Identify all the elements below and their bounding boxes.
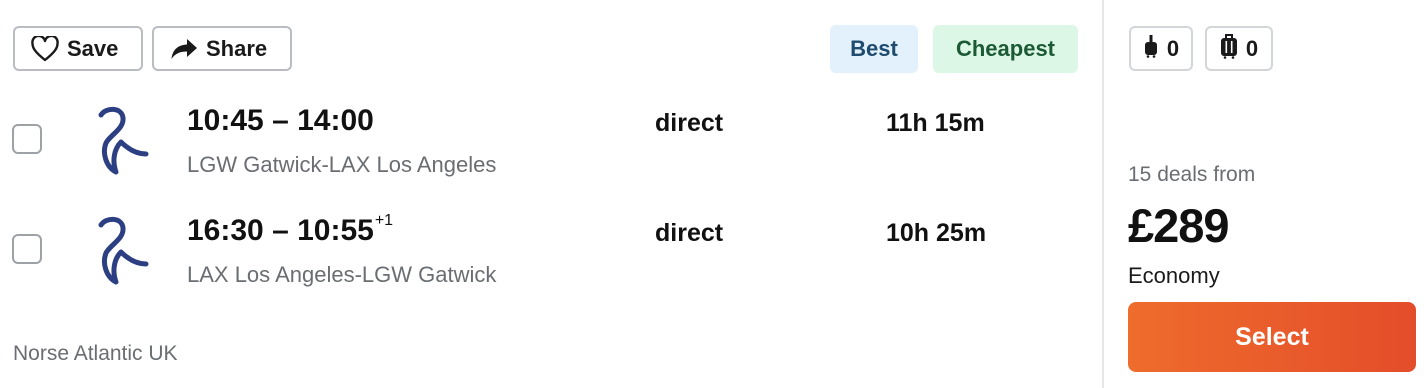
- select-button[interactable]: Select: [1128, 302, 1416, 372]
- carry-on-bag-icon: [1143, 34, 1159, 64]
- airline-name: Norse Atlantic UK: [13, 342, 178, 365]
- norse-atlantic-logo-icon: [88, 215, 152, 285]
- norse-atlantic-logo-icon: [88, 105, 152, 175]
- leg-2-day-offset: +1: [374, 212, 394, 229]
- leg-1-checkbox[interactable]: [12, 124, 42, 154]
- leg-2-stops: direct: [655, 219, 724, 247]
- best-badge: Best: [830, 25, 918, 73]
- leg-1-time-range: 10:45 – 14:00: [187, 104, 374, 137]
- save-label: Save: [67, 35, 119, 61]
- leg-1-duration: 11h 15m: [886, 109, 985, 137]
- price: £289: [1128, 199, 1230, 252]
- checked-bag-filter[interactable]: 0: [1205, 26, 1273, 71]
- leg-2-times: 16:30 – 10:55+1: [187, 212, 394, 248]
- leg-1-stops: direct: [655, 109, 724, 137]
- leg-2-duration: 10h 25m: [886, 219, 987, 247]
- share-label: Share: [206, 35, 268, 61]
- leg-1-route: LGW Gatwick-LAX Los Angeles: [187, 152, 497, 177]
- carry-on-bag-filter[interactable]: 0: [1129, 26, 1193, 71]
- cabin-class: Economy: [1128, 263, 1220, 288]
- leg-2-time-range: 16:30 – 10:55: [187, 214, 374, 247]
- save-button[interactable]: Save: [13, 26, 143, 71]
- leg-2-route: LAX Los Angeles-LGW Gatwick: [187, 262, 497, 287]
- heart-icon: [31, 35, 59, 62]
- carry-on-count: 0: [1166, 35, 1180, 61]
- leg-1-times: 10:45 – 14:00: [187, 104, 375, 138]
- checked-bag-count: 0: [1245, 35, 1259, 61]
- column-divider: [1102, 0, 1104, 388]
- share-button[interactable]: Share: [152, 26, 292, 71]
- share-icon: [170, 37, 198, 61]
- leg-2-checkbox[interactable]: [12, 234, 42, 264]
- checked-bag-icon: [1220, 33, 1238, 65]
- deals-count: 15 deals from: [1128, 163, 1256, 186]
- cheapest-badge: Cheapest: [933, 25, 1078, 73]
